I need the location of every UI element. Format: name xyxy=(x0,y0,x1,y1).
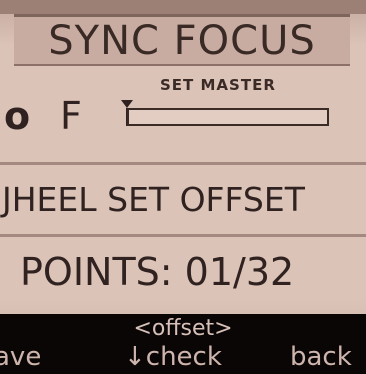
save-softkey[interactable]: ave xyxy=(0,342,41,372)
wheel-set-offset-item[interactable]: JHEEL SET OFFSET xyxy=(0,170,366,228)
position-marker-icon xyxy=(121,100,133,108)
softkey-bar: <offset> ave ↓check back xyxy=(0,314,366,374)
wheel-set-offset-label: JHEEL SET OFFSET xyxy=(2,179,305,219)
points-item[interactable]: POINTS: 01/32 xyxy=(0,242,366,308)
softkey-mode-label: <offset> xyxy=(133,316,233,341)
focus-row[interactable]: o F SET MASTER xyxy=(0,72,366,160)
focus-label-o: o xyxy=(4,94,31,138)
page-title: SYNC FOCUS xyxy=(48,17,316,64)
lcd-screen: SYNC FOCUS o F SET MASTER JHEEL SET OFFS… xyxy=(0,0,366,374)
points-label: POINTS: 01/32 xyxy=(20,250,295,294)
check-softkey[interactable]: ↓check xyxy=(124,342,222,372)
focus-position-slider[interactable] xyxy=(127,108,329,126)
divider xyxy=(0,162,366,165)
set-master-label: SET MASTER xyxy=(160,76,276,94)
focus-label-f: F xyxy=(60,94,82,138)
divider xyxy=(0,234,366,237)
back-softkey[interactable]: back xyxy=(290,342,352,372)
top-strip xyxy=(0,0,366,14)
title-bar: SYNC FOCUS xyxy=(14,14,350,66)
